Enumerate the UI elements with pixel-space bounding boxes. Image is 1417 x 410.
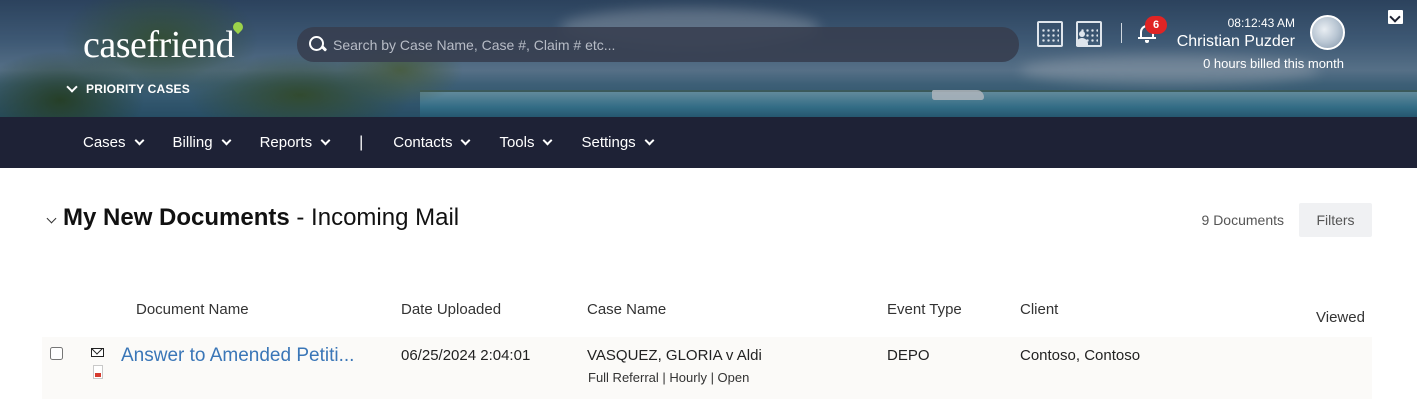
user-calendar-icon[interactable] bbox=[1076, 21, 1102, 47]
mail-icon bbox=[91, 348, 104, 357]
row-select-checkbox[interactable] bbox=[50, 347, 63, 360]
user-name[interactable]: Christian Puzder bbox=[1177, 33, 1295, 51]
nav-label: Settings bbox=[581, 134, 636, 151]
search-bar[interactable] bbox=[297, 27, 1019, 62]
logo-text: casefriend bbox=[83, 24, 235, 66]
casefriend-logo[interactable]: casefriend bbox=[83, 19, 246, 66]
nav-contacts[interactable]: Contacts bbox=[393, 134, 471, 151]
priority-cases-toggle[interactable]: PRIORITY CASES bbox=[66, 81, 190, 96]
column-header-date-uploaded[interactable]: Date Uploaded bbox=[401, 301, 501, 318]
nav-label: Cases bbox=[83, 134, 126, 151]
nav-label: Reports bbox=[259, 134, 313, 151]
chevron-down-icon bbox=[66, 81, 78, 93]
person-icon bbox=[1076, 31, 1088, 47]
table-row: Answer to Amended Petiti... 06/25/2024 2… bbox=[42, 337, 1372, 399]
nav-cases[interactable]: Cases bbox=[83, 134, 144, 151]
nav-tools[interactable]: Tools bbox=[499, 134, 553, 151]
nav-separator: | bbox=[359, 133, 364, 151]
collapse-header-icon[interactable] bbox=[1388, 10, 1403, 24]
nav-label: Tools bbox=[499, 134, 535, 151]
section-collapse-toggle[interactable] bbox=[46, 209, 57, 227]
chevron-down-icon bbox=[221, 135, 232, 146]
search-icon bbox=[309, 35, 327, 54]
event-type-cell: DEPO bbox=[887, 347, 930, 364]
page-title-subtitle: - Incoming Mail bbox=[296, 204, 460, 231]
document-name-link[interactable]: Answer to Amended Petiti... bbox=[121, 345, 354, 367]
column-header-case-name[interactable]: Case Name bbox=[587, 301, 666, 318]
page-title: My New Documents - Incoming Mail bbox=[63, 204, 459, 232]
case-details-cell: Full Referral | Hourly | Open bbox=[588, 370, 750, 385]
main-nav: Cases Billing Reports | Contacts Tools S… bbox=[0, 117, 1417, 168]
date-uploaded-cell: 06/25/2024 2:04:01 bbox=[401, 347, 531, 364]
chevron-down-icon bbox=[543, 135, 553, 146]
nav-billing[interactable]: Billing bbox=[172, 134, 232, 151]
page-title-bold: My New Documents bbox=[63, 204, 290, 231]
chevron-down-icon bbox=[320, 135, 331, 146]
chevron-down-icon bbox=[46, 213, 57, 224]
nav-reports[interactable]: Reports bbox=[259, 134, 331, 151]
case-name-cell[interactable]: VASQUEZ, GLORIA v Aldi bbox=[587, 347, 762, 364]
search-input[interactable] bbox=[333, 27, 1019, 62]
billed-hours: 0 hours billed this month bbox=[1203, 56, 1344, 71]
header-divider bbox=[1121, 23, 1122, 43]
avatar[interactable] bbox=[1310, 15, 1345, 50]
chevron-down-icon bbox=[461, 135, 471, 146]
priority-cases-label: PRIORITY CASES bbox=[86, 82, 190, 96]
chevron-down-icon bbox=[134, 135, 144, 146]
filters-button[interactable]: Filters bbox=[1299, 203, 1372, 237]
calendar-icon[interactable] bbox=[1037, 21, 1063, 47]
nav-settings[interactable]: Settings bbox=[581, 134, 655, 151]
column-header-event-type[interactable]: Event Type bbox=[887, 301, 962, 318]
client-cell: Contoso, Contoso bbox=[1020, 347, 1141, 364]
pdf-icon[interactable] bbox=[93, 365, 103, 379]
current-time: 08:12:43 AM bbox=[1227, 16, 1295, 30]
nav-label: Contacts bbox=[393, 134, 453, 151]
bell-base bbox=[1138, 37, 1156, 39]
column-header-viewed[interactable]: Viewed bbox=[1316, 309, 1365, 326]
nav-label: Billing bbox=[172, 134, 213, 151]
column-header-client[interactable]: Client bbox=[1020, 301, 1058, 318]
section-header: My New Documents - Incoming Mail bbox=[46, 204, 459, 232]
chevron-down-icon bbox=[644, 135, 655, 146]
column-header-document-name[interactable]: Document Name bbox=[136, 301, 249, 318]
notification-badge[interactable]: 6 bbox=[1145, 16, 1167, 34]
document-count: 9 Documents bbox=[1201, 212, 1284, 228]
